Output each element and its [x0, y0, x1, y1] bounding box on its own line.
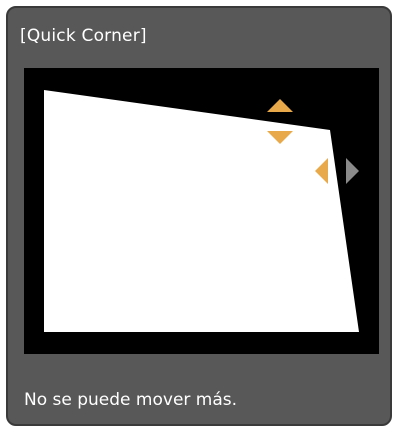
quick-corner-dialog: [Quick Corner] No se puede mover más. — [6, 6, 392, 426]
status-message: No se puede mover más. — [24, 390, 238, 410]
projected-image-area — [44, 90, 359, 332]
dialog-title: [Quick Corner] — [20, 26, 147, 46]
projection-preview — [24, 68, 379, 354]
projection-preview-graphic — [44, 90, 359, 332]
corner-up-arrow-icon[interactable] — [267, 99, 293, 112]
corner-right-arrow-disabled-icon — [346, 158, 359, 184]
